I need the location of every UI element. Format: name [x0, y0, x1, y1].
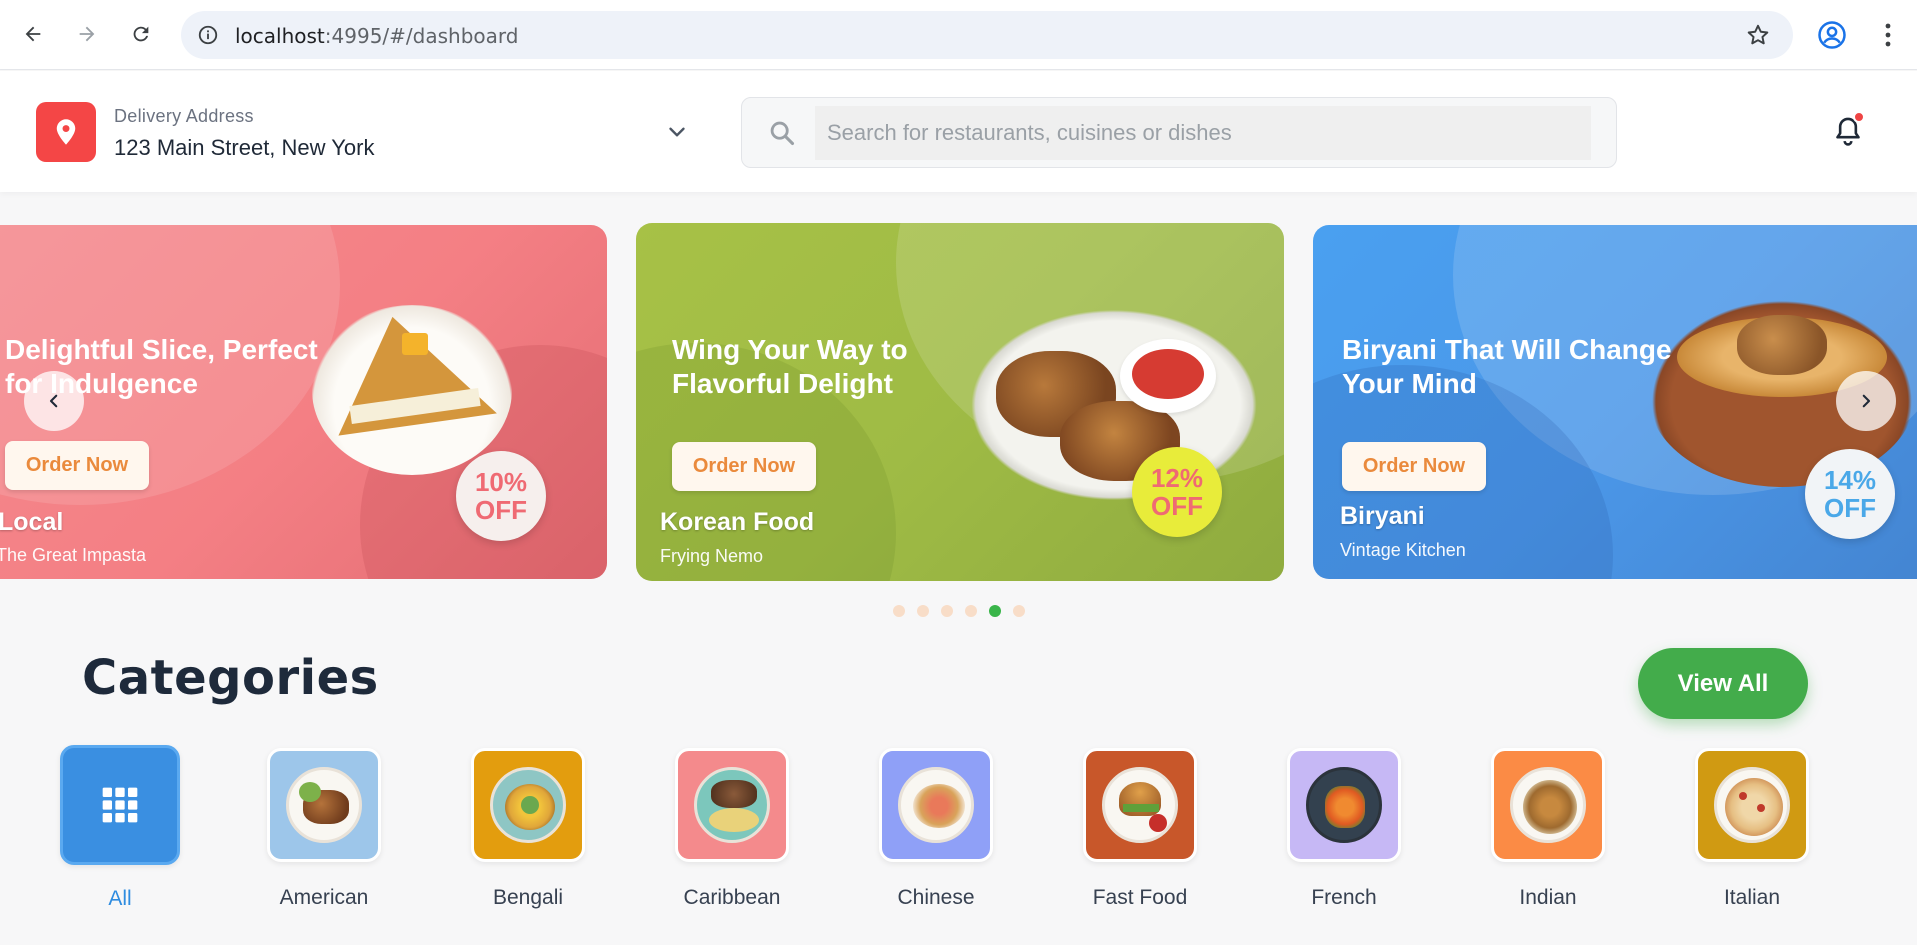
- location-badge[interactable]: [36, 102, 96, 162]
- carousel-dot-active[interactable]: [989, 605, 1001, 617]
- carousel-dot[interactable]: [941, 605, 953, 617]
- delivery-address-label: Delivery Address: [114, 106, 254, 126]
- category-bengali[interactable]: Bengali: [466, 748, 590, 910]
- search-input[interactable]: [815, 106, 1591, 160]
- category-label: American: [279, 886, 369, 909]
- category-label: Italian: [1723, 886, 1781, 909]
- category-label: All: [108, 887, 132, 910]
- chevron-left-icon: [49, 394, 58, 408]
- slide-cuisine: Local: [0, 508, 64, 536]
- category-label: Bengali: [492, 886, 564, 909]
- url-text: localhost:4995/#/dashboard: [235, 24, 519, 48]
- carousel-dot[interactable]: [965, 605, 977, 617]
- category-american[interactable]: American: [262, 748, 386, 910]
- carousel-prev-button[interactable]: [24, 371, 84, 431]
- category-tile: [60, 745, 180, 865]
- category-tile: [267, 748, 381, 862]
- order-now-button[interactable]: Order Now: [1342, 442, 1486, 491]
- category-caribbean[interactable]: Caribbean: [670, 748, 794, 910]
- chevron-right-icon: [1862, 394, 1871, 408]
- category-indian[interactable]: Indian: [1486, 748, 1610, 910]
- arrow-right-icon: [79, 26, 95, 42]
- slide-restaurant: Vintage Kitchen: [1340, 540, 1466, 560]
- promo-slide[interactable]: Delightful Slice, Perfect for Indulgence…: [0, 225, 607, 579]
- dish-image: [1102, 767, 1178, 843]
- search-icon: [770, 121, 795, 146]
- category-tile: [1287, 748, 1401, 862]
- carousel-dot[interactable]: [917, 605, 929, 617]
- dish-image: [1510, 767, 1586, 843]
- grid-icon: [102, 787, 138, 823]
- slide-cuisine: Biryani: [1340, 502, 1425, 530]
- reload-button[interactable]: [124, 17, 158, 51]
- discount-badge: 10% OFF: [456, 451, 546, 541]
- reload-icon: [133, 26, 149, 42]
- category-all[interactable]: All: [58, 745, 182, 911]
- dish-image: [694, 767, 770, 843]
- category-tile: [1083, 748, 1197, 862]
- category-french[interactable]: French: [1282, 748, 1406, 910]
- notification-dot: [1853, 111, 1865, 123]
- bookmark-star-icon[interactable]: [1745, 22, 1771, 48]
- chevron-down-icon[interactable]: [664, 119, 690, 145]
- location-pin-icon: [56, 119, 76, 145]
- category-tile: [1695, 748, 1809, 862]
- slide-cuisine: Korean Food: [660, 508, 815, 536]
- category-label: Caribbean: [683, 886, 781, 909]
- category-label: Fast Food: [1092, 886, 1188, 909]
- category-label: Chinese: [897, 886, 975, 909]
- promo-carousel: Delightful Slice, Perfect for Indulgence…: [0, 215, 1917, 595]
- category-fast-food[interactable]: Fast Food: [1078, 748, 1202, 910]
- dish-image: [1306, 767, 1382, 843]
- search-box: [741, 97, 1617, 168]
- back-button[interactable]: [16, 17, 50, 51]
- profile-icon[interactable]: [1817, 20, 1847, 50]
- category-label: Indian: [1519, 886, 1577, 909]
- slide-restaurant: The Great Impasta: [0, 545, 147, 565]
- dish-image: [898, 767, 974, 843]
- promo-slide[interactable]: Biryani That Will Change Your Mind Order…: [1313, 225, 1917, 579]
- carousel-dots: [893, 605, 1025, 617]
- carousel-dot[interactable]: [1013, 605, 1025, 617]
- slide-title: Biryani That Will Change Your Mind: [1342, 334, 1672, 399]
- discount-badge: 12% OFF: [1132, 447, 1222, 537]
- order-now-button[interactable]: Order Now: [672, 442, 816, 491]
- category-italian[interactable]: Italian: [1690, 748, 1814, 910]
- delivery-address-value[interactable]: 123 Main Street, New York: [114, 135, 374, 161]
- carousel-dot[interactable]: [893, 605, 905, 617]
- slide-restaurant: Frying Nemo: [660, 546, 764, 566]
- forward-button[interactable]: [70, 17, 104, 51]
- carousel-next-button[interactable]: [1836, 371, 1896, 431]
- app-header: Delivery Address 123 Main Street, New Yo…: [0, 71, 1917, 192]
- category-tile: [675, 748, 789, 862]
- dish-image: [490, 767, 566, 843]
- arrow-left-icon: [25, 26, 41, 42]
- address-bar[interactable]: localhost:4995/#/dashboard: [181, 11, 1793, 59]
- discount-badge: 14% OFF: [1805, 449, 1895, 539]
- more-vertical-icon[interactable]: [1876, 20, 1900, 50]
- category-chinese[interactable]: Chinese: [874, 748, 998, 910]
- order-now-button[interactable]: Order Now: [5, 441, 149, 490]
- category-tile: [1491, 748, 1605, 862]
- view-all-button[interactable]: View All: [1638, 648, 1808, 719]
- dish-image: [286, 767, 362, 843]
- browser-toolbar: localhost:4995/#/dashboard: [0, 0, 1917, 70]
- promo-slide[interactable]: Wing Your Way to Flavorful Delight Order…: [636, 223, 1284, 581]
- category-tile: [879, 748, 993, 862]
- dish-image: [1714, 767, 1790, 843]
- category-tile: [471, 748, 585, 862]
- categories-heading: Categories: [82, 650, 379, 706]
- category-label: French: [1311, 886, 1377, 909]
- info-icon[interactable]: [197, 24, 219, 46]
- slide-title: Wing Your Way to Flavorful Delight: [672, 334, 908, 399]
